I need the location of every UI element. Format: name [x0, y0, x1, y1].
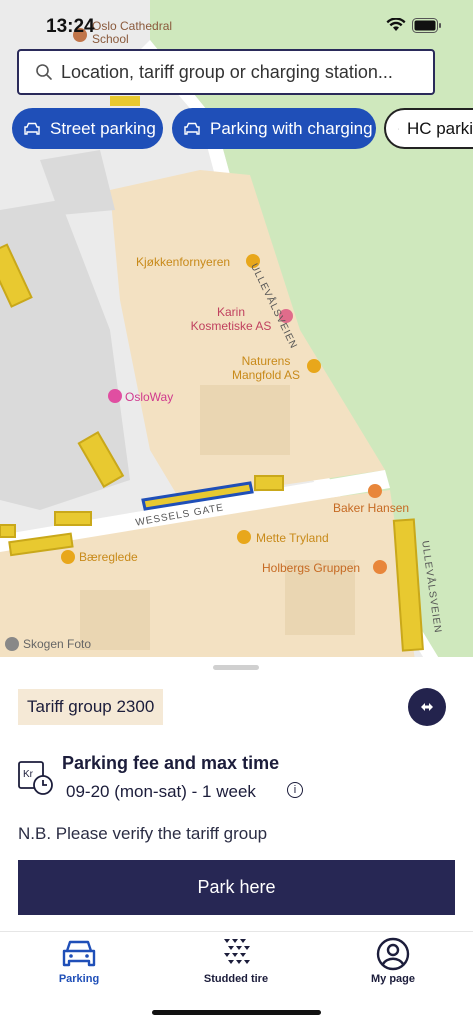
- wheelchair-icon: [398, 121, 399, 137]
- search-input[interactable]: Location, tariff group or charging stati…: [61, 62, 393, 83]
- filter-chip-parking-with-charging[interactable]: Parking with charging: [172, 108, 376, 149]
- filter-chip-label: Parking with charging: [210, 119, 373, 139]
- svg-text:Kr: Kr: [23, 769, 34, 780]
- car-icon: [24, 122, 40, 136]
- car-icon: [61, 938, 97, 970]
- tab-label: Parking: [19, 973, 139, 985]
- wifi-icon: [386, 18, 406, 32]
- search-bar[interactable]: Location, tariff group or charging stati…: [17, 49, 435, 95]
- map-label-mette-tryland: Mette Tryland: [256, 531, 329, 545]
- map-label-baereglede: Bæreglede: [79, 550, 138, 564]
- map-label-osloway: OsloWay: [125, 390, 173, 404]
- directions-icon: [417, 697, 437, 717]
- map-label-karin: Karin Kosmetiske AS: [186, 305, 276, 333]
- map-view[interactable]: Oslo Cathedral School Kjøkkenfornyeren K…: [0, 0, 473, 660]
- map-label-kjokken: Kjøkkenfornyeren: [136, 255, 230, 269]
- sheet-drag-handle[interactable]: [213, 665, 259, 670]
- tab-label: Studded tire: [176, 973, 296, 985]
- map-label-skogen-foto: Skogen Foto: [23, 637, 91, 651]
- fee-title: Parking fee and max time: [62, 753, 279, 774]
- directions-button[interactable]: [408, 688, 446, 726]
- filter-chip-hc-parking[interactable]: HC parking: [384, 108, 473, 149]
- map-label-naturens: Naturens Mangfold AS: [226, 354, 306, 382]
- tab-my-page[interactable]: My page: [333, 932, 453, 992]
- home-indicator: [152, 1010, 321, 1015]
- park-here-button[interactable]: Park here: [18, 860, 455, 915]
- fee-clock-icon: Kr: [18, 760, 56, 796]
- search-icon: [35, 63, 53, 81]
- info-icon[interactable]: i: [287, 782, 303, 798]
- status-time: 13:24: [46, 16, 95, 38]
- filter-chip-label: Street parking: [50, 119, 156, 139]
- car-charging-icon: [184, 122, 200, 136]
- map-label-holbergs: Holbergs Gruppen: [262, 561, 360, 575]
- tab-label: My page: [333, 973, 453, 985]
- filter-chip-street-parking[interactable]: Street parking: [12, 108, 163, 149]
- tab-studded-tire[interactable]: Studded tire: [176, 932, 296, 992]
- studded-tire-icon: [222, 937, 250, 969]
- filter-chip-label: HC parking: [407, 119, 473, 139]
- status-bar: 13:24: [0, 0, 473, 50]
- fee-hours: 09-20 (mon-sat) - 1 week: [66, 782, 256, 802]
- user-icon: [376, 937, 410, 971]
- map-label-baker-hansen: Baker Hansen: [333, 501, 409, 515]
- tariff-group-badge: Tariff group 2300: [18, 689, 163, 725]
- tab-parking[interactable]: Parking: [19, 932, 139, 992]
- verify-note: N.B. Please verify the tariff group: [18, 824, 267, 844]
- battery-icon: [412, 18, 442, 33]
